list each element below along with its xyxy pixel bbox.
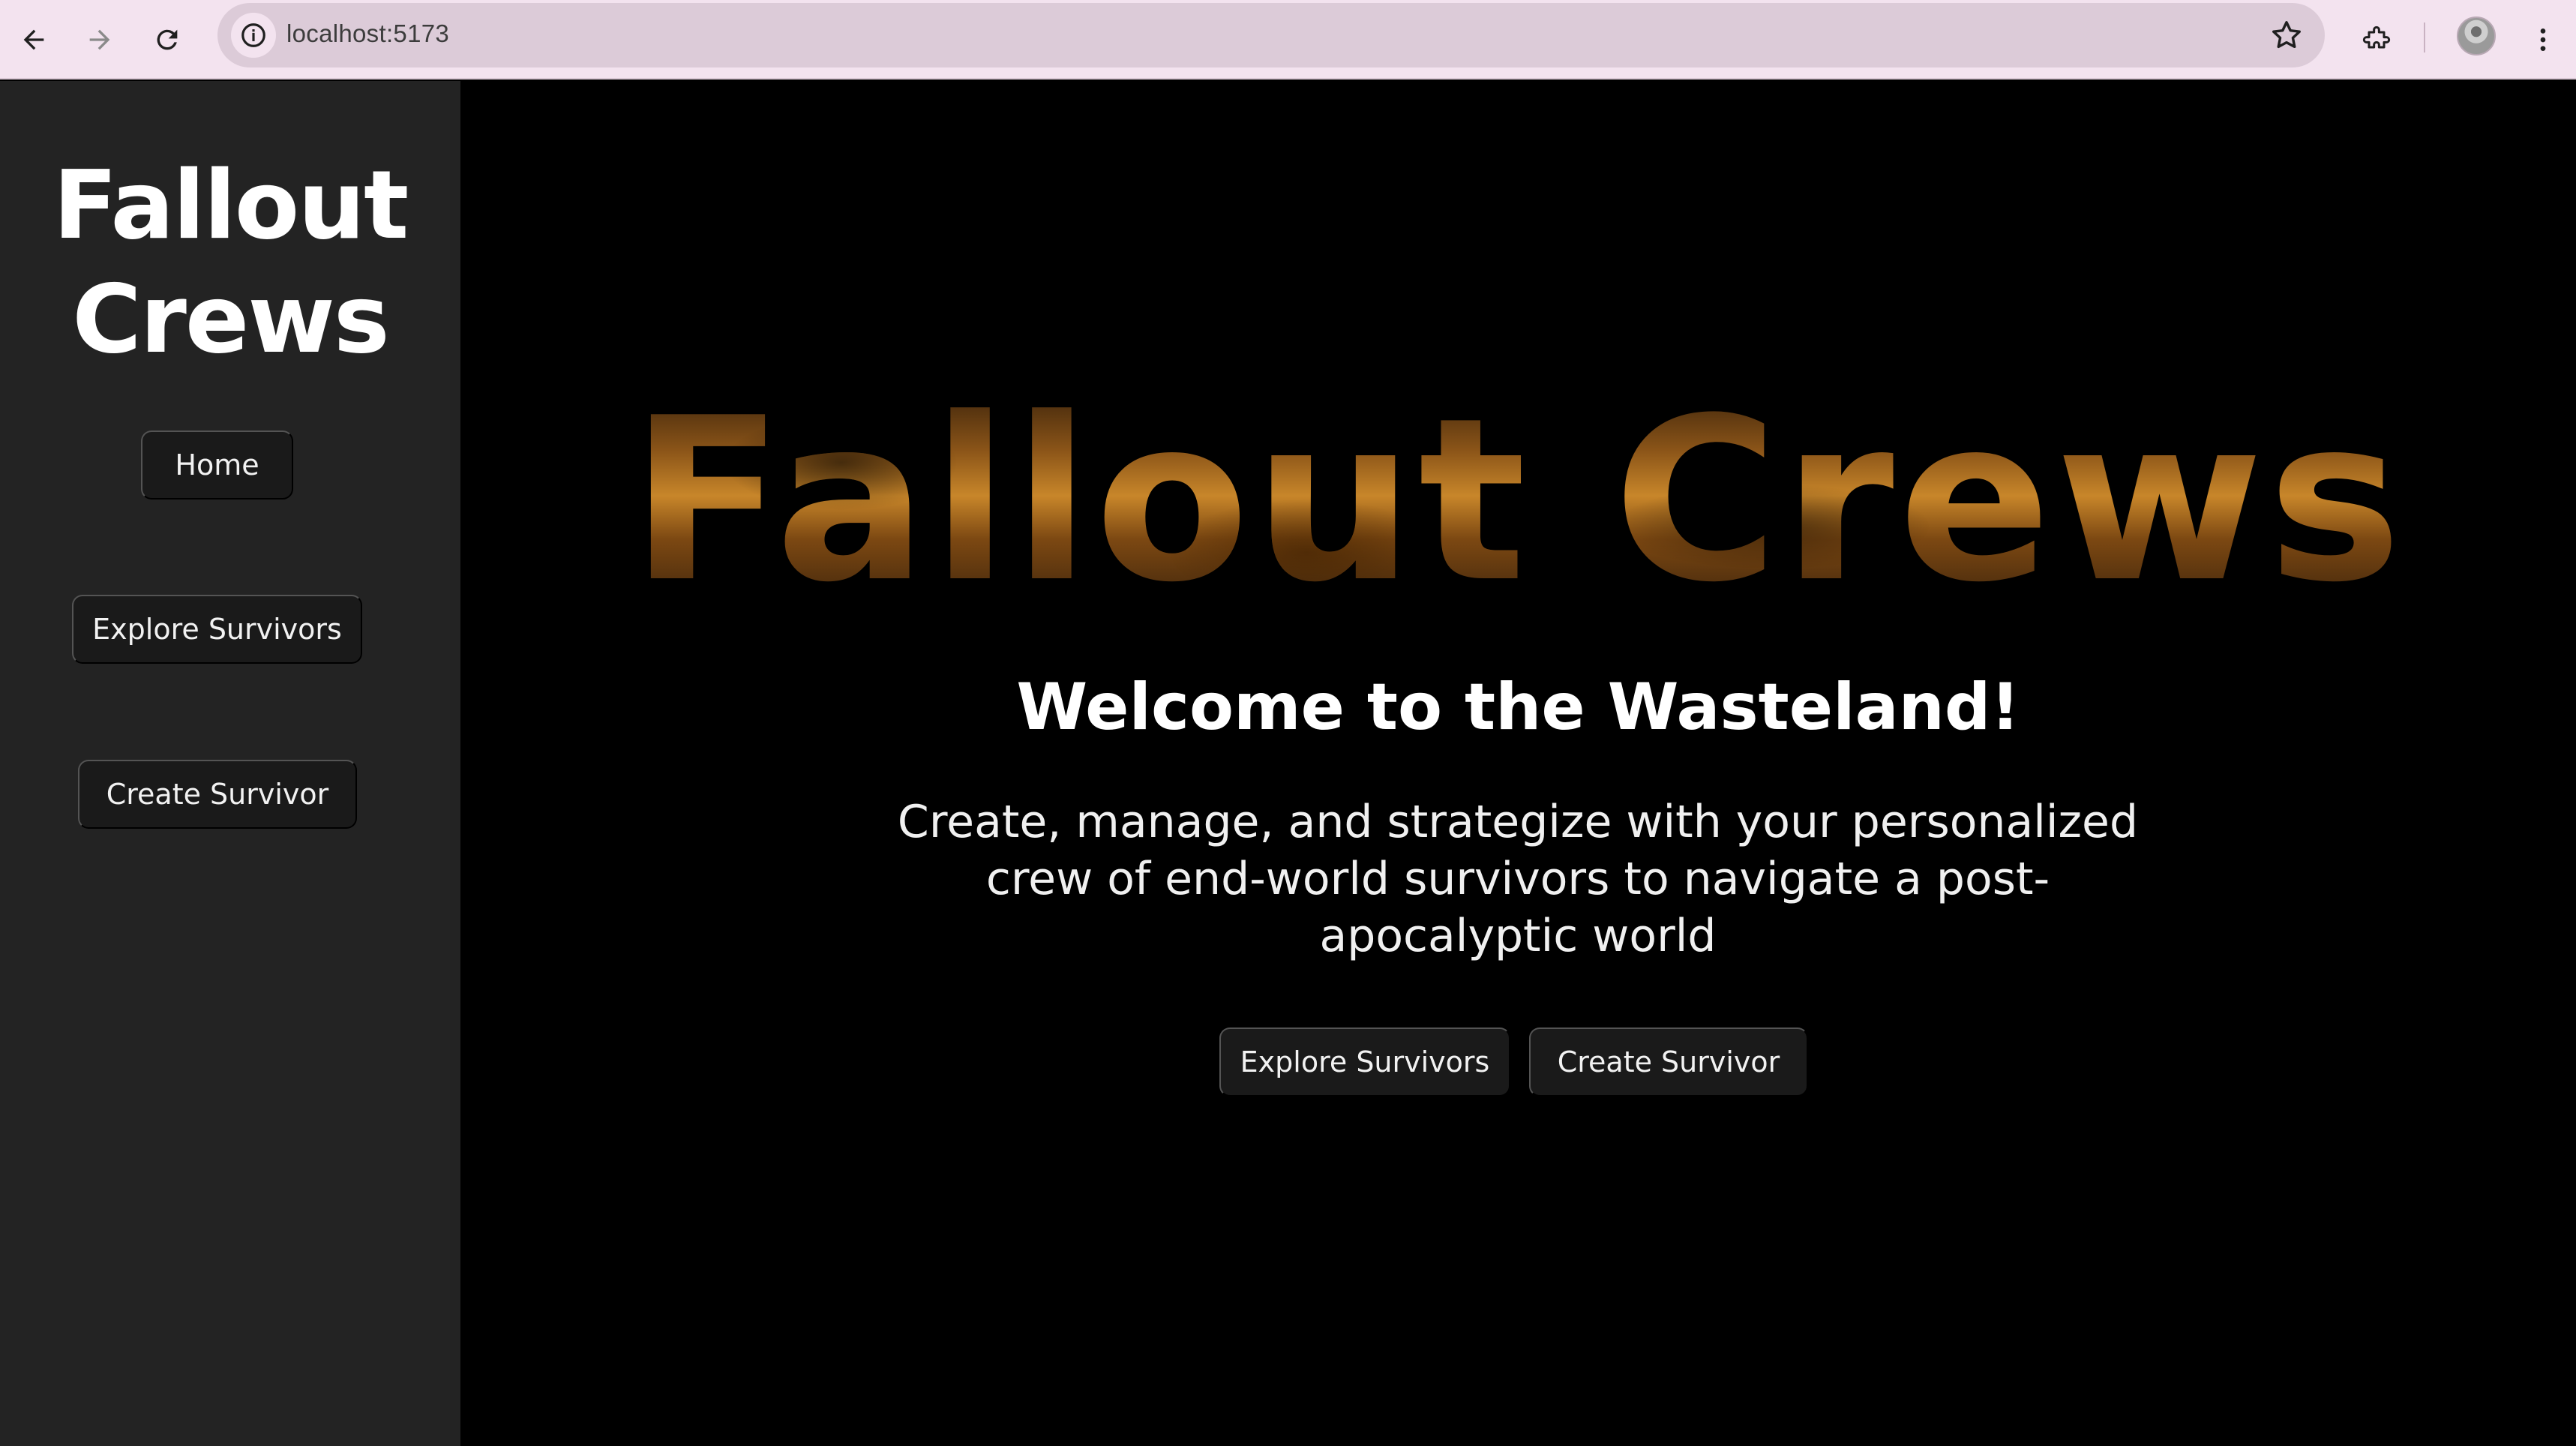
forward-arrow-icon — [89, 29, 110, 50]
profile-avatar[interactable] — [2457, 16, 2496, 56]
toolbar-divider — [2424, 22, 2425, 52]
reload-icon — [157, 29, 178, 50]
hero-title: Fallout Crews — [460, 374, 2576, 628]
sidebar-create-survivor-button[interactable]: Create Survivor — [78, 760, 357, 829]
address-bar[interactable]: localhost:5173 — [217, 3, 2325, 68]
forward-button[interactable] — [73, 14, 126, 66]
browser-toolbar: localhost:5173 — [0, 0, 2576, 80]
sidebar: Fallout Crews Home Explore Survivors Cre… — [0, 81, 460, 1446]
sidebar-brand-title: Fallout Crews — [52, 150, 409, 374]
create-survivor-button[interactable]: Create Survivor — [1529, 1028, 1808, 1096]
star-icon[interactable] — [2269, 18, 2304, 52]
sidebar-explore-survivors-button[interactable]: Explore Survivors — [72, 595, 362, 664]
reload-button[interactable] — [141, 14, 193, 66]
back-arrow-icon — [23, 29, 44, 50]
back-button[interactable] — [7, 14, 60, 66]
browser-menu-button[interactable] — [2517, 14, 2569, 66]
welcome-heading: Welcome to the Wasteland! — [1016, 670, 2020, 745]
kebab-menu-icon — [2540, 28, 2546, 51]
extensions-button[interactable] — [2350, 14, 2403, 66]
puzzle-icon — [2362, 26, 2391, 49]
explore-survivors-button[interactable]: Explore Survivors — [1219, 1028, 1510, 1096]
info-icon — [241, 23, 265, 47]
url-text[interactable]: localhost:5173 — [286, 20, 449, 48]
main-content: Fallout Crews Welcome to the Wasteland! … — [460, 81, 2576, 1446]
tagline-text: Create, manage, and strategize with your… — [897, 796, 2139, 962]
sidebar-home-button[interactable]: Home — [141, 430, 293, 500]
site-info-button[interactable] — [231, 13, 276, 58]
